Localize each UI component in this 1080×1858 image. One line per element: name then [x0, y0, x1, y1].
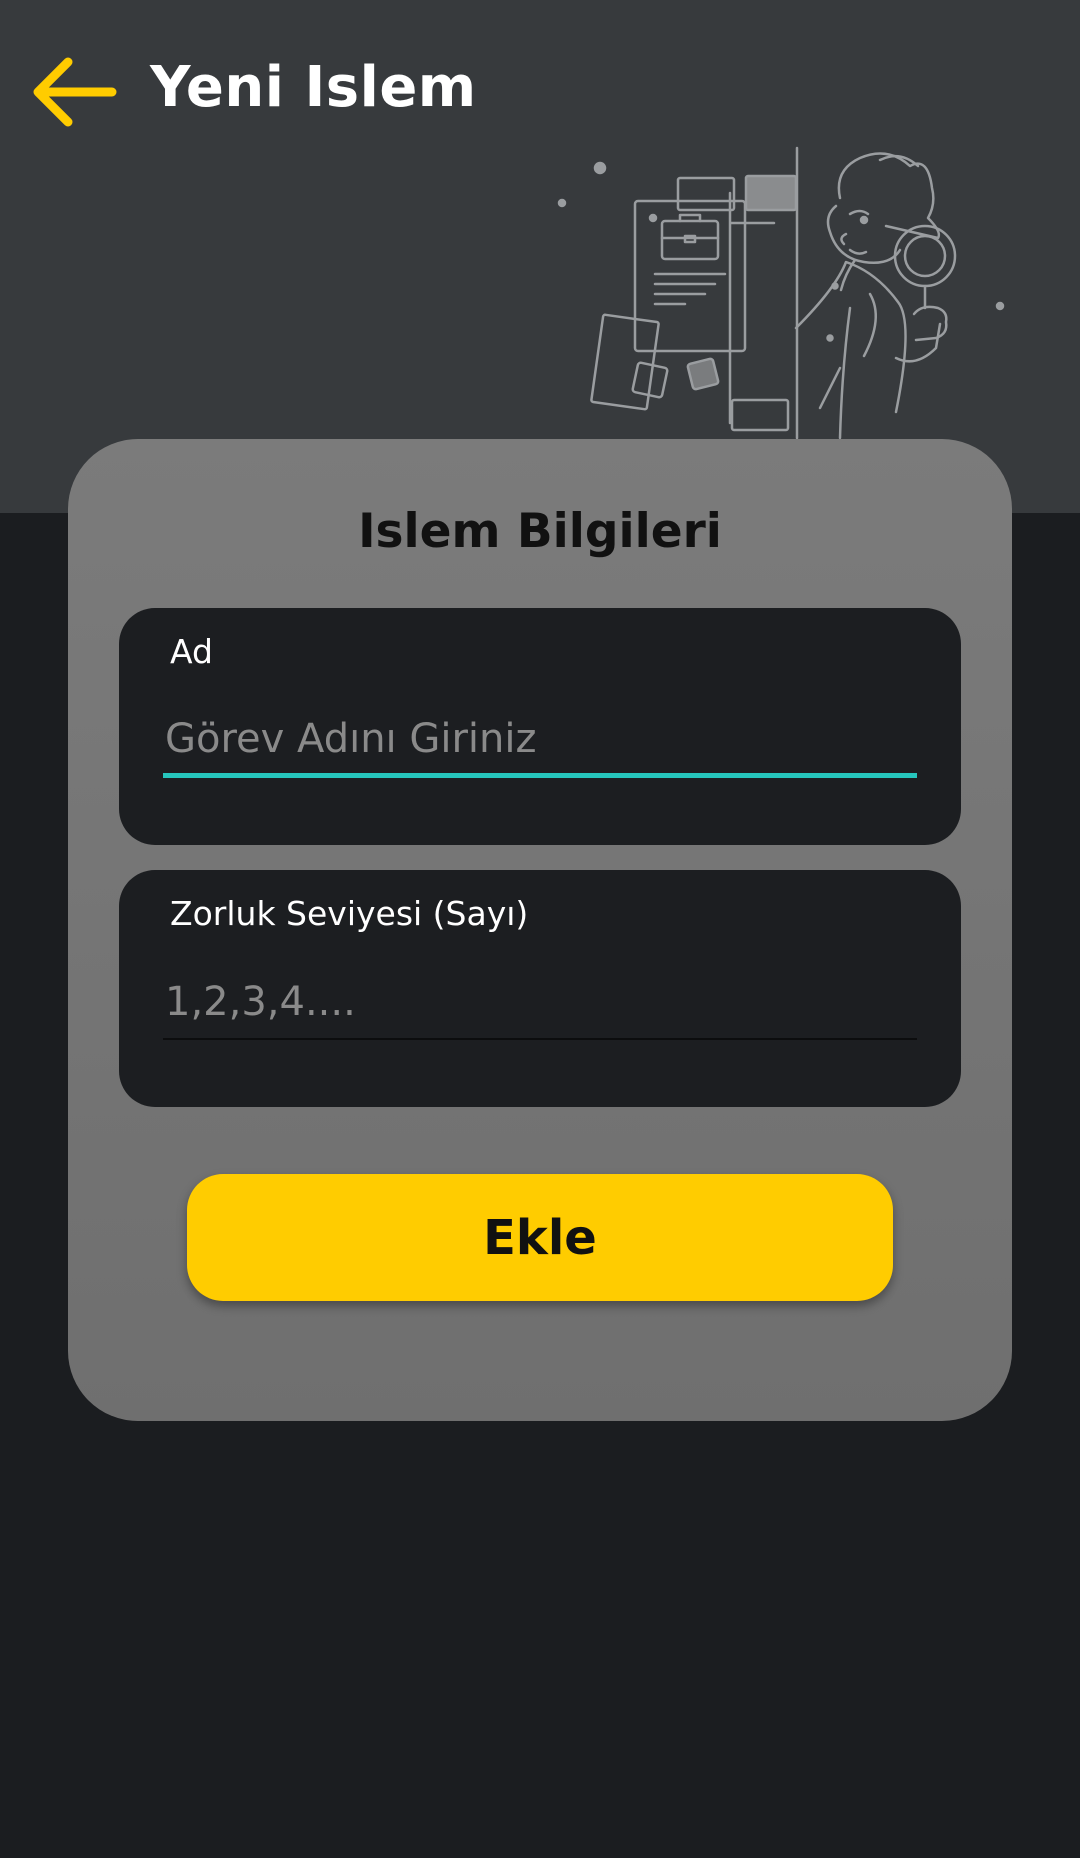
page-title: Yeni Islem: [150, 55, 477, 120]
back-button[interactable]: [28, 46, 118, 136]
name-input[interactable]: [163, 708, 917, 778]
difficulty-field-container: Zorluk Seviyesi (Sayı): [119, 870, 961, 1107]
form-card: Islem Bilgileri Ad Zorluk Seviyesi (Sayı…: [68, 439, 1012, 1421]
name-field-container: Ad: [119, 608, 961, 845]
difficulty-input[interactable]: [163, 970, 917, 1040]
name-field-label: Ad: [170, 632, 213, 671]
add-button[interactable]: Ekle: [187, 1174, 893, 1301]
detective-illustration: [557, 146, 1005, 440]
difficulty-field-label: Zorluk Seviyesi (Sayı): [170, 894, 529, 933]
form-title: Islem Bilgileri: [358, 504, 722, 559]
arrow-left-icon: [33, 57, 117, 127]
